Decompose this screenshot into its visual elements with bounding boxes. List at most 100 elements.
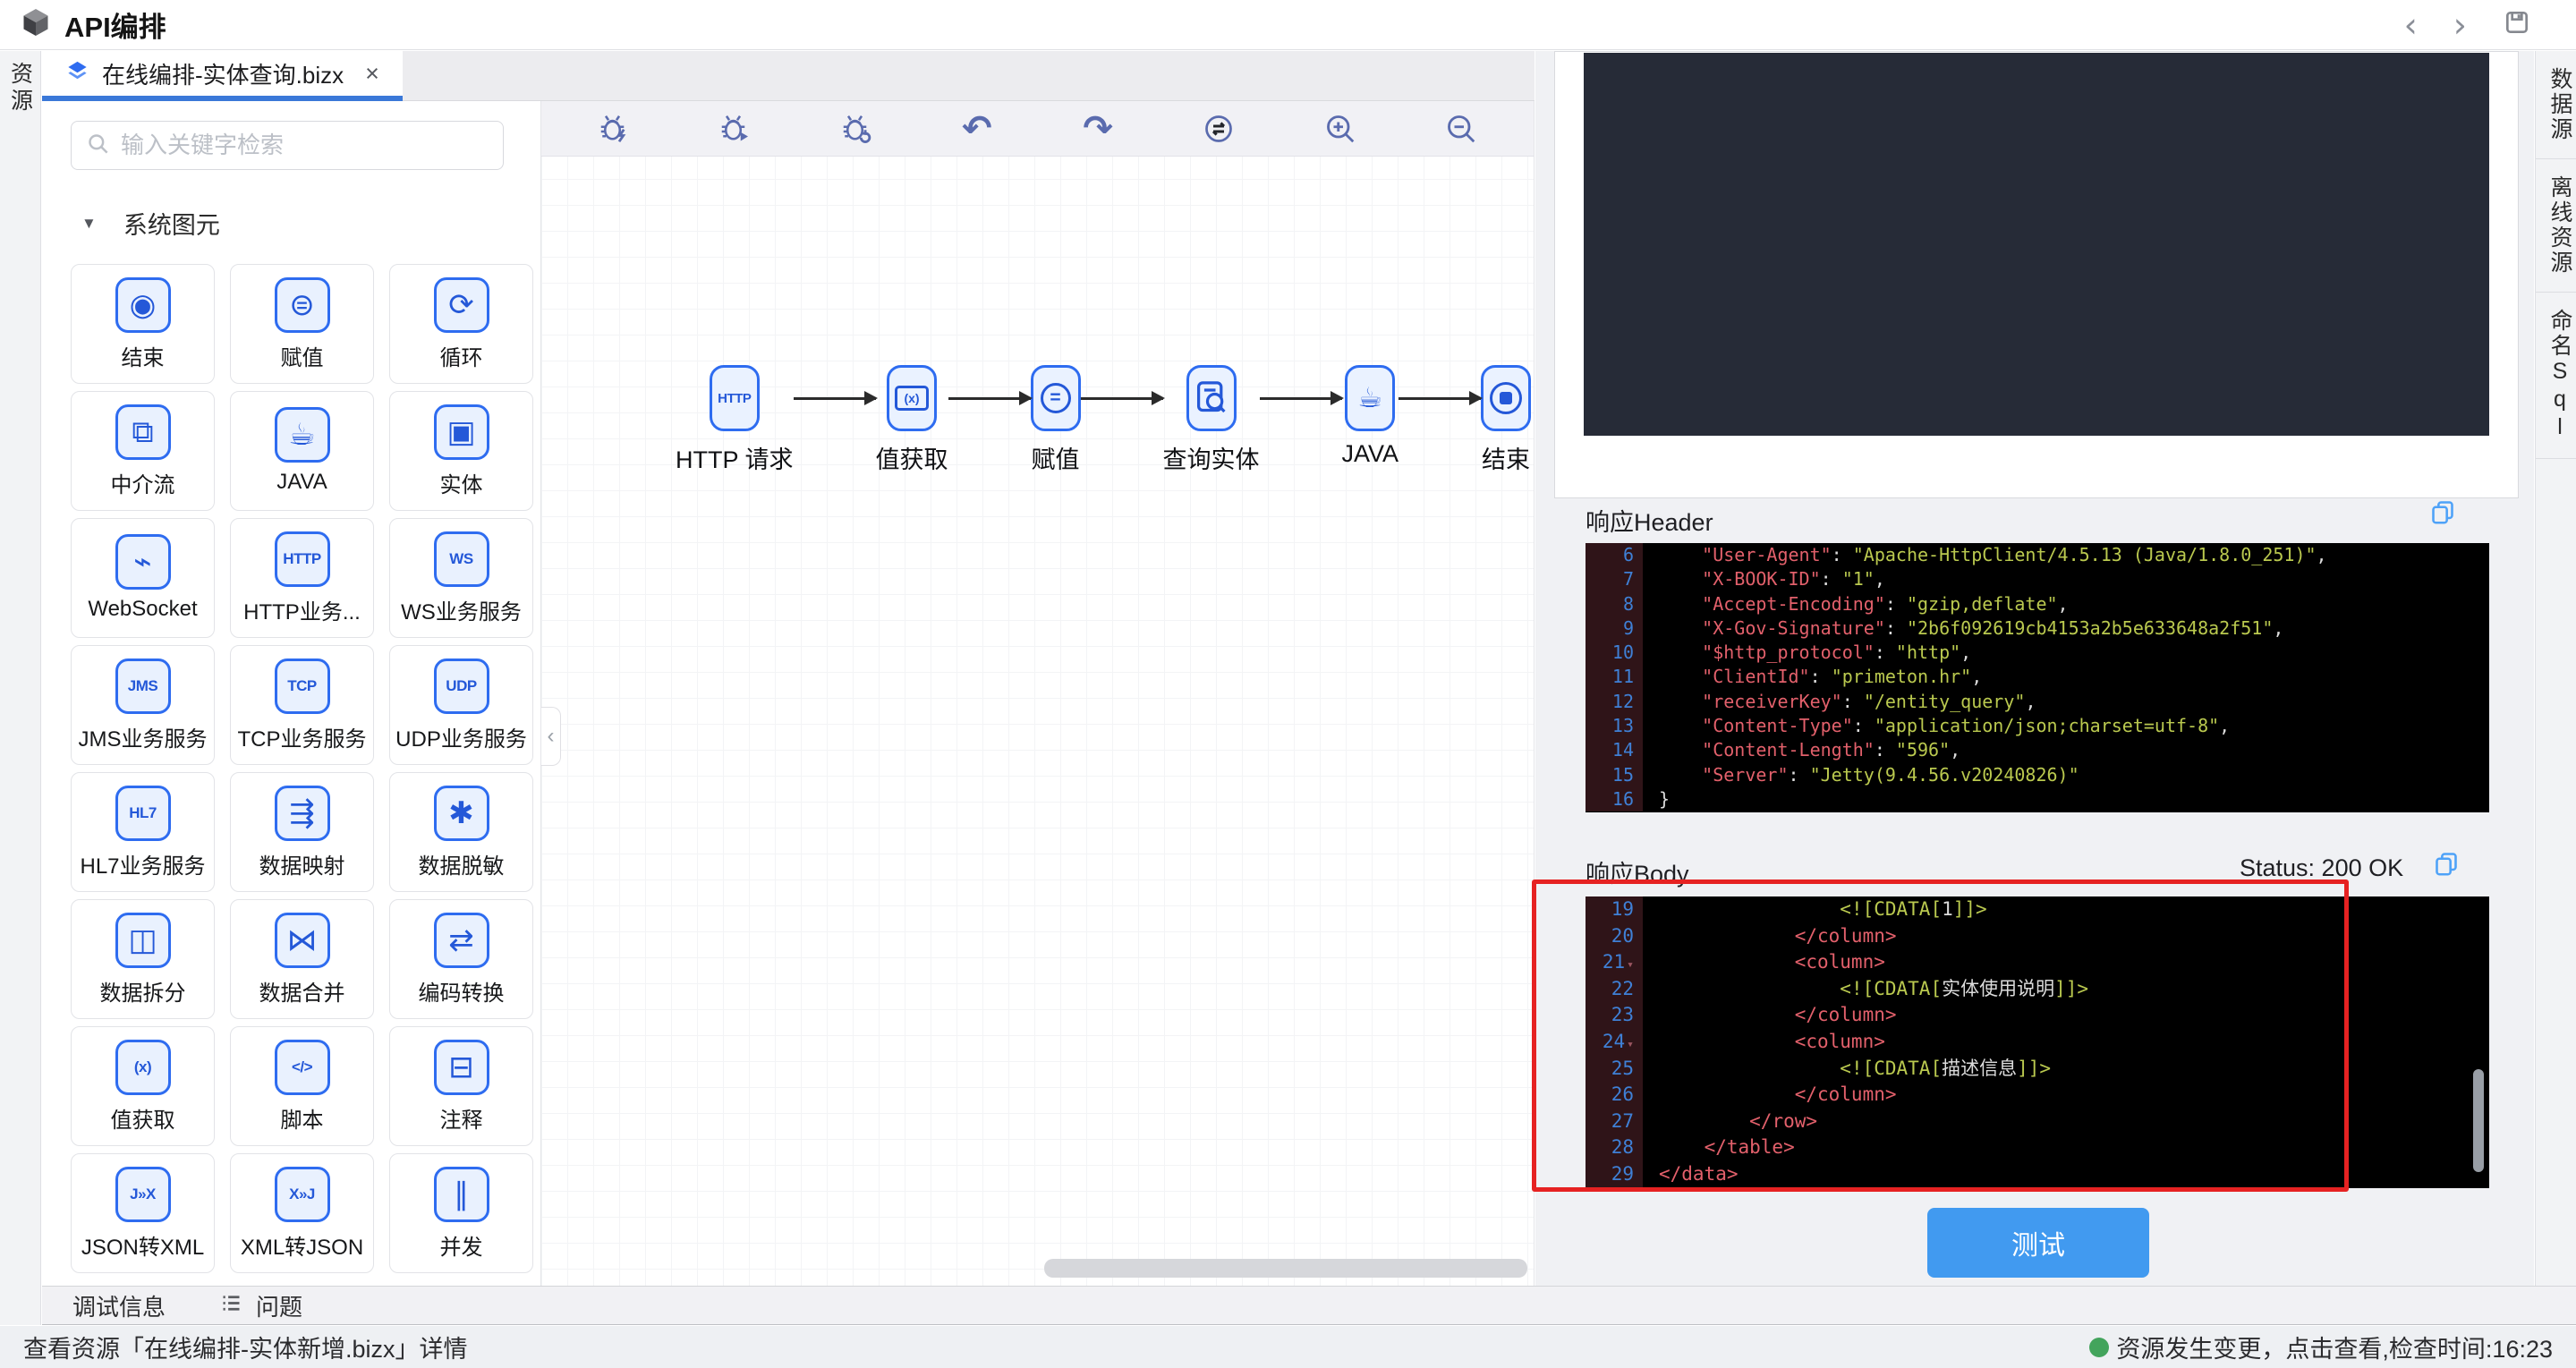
tab-debug-info[interactable]: 调试信息	[72, 1289, 166, 1322]
line-number: 9	[1586, 616, 1643, 642]
tab-close-icon[interactable]: ×	[365, 60, 379, 88]
debug-play-icon[interactable]	[716, 110, 753, 148]
palette-search[interactable]	[71, 121, 504, 170]
palette-item-http-service[interactable]: HTTP HTTP业务...	[230, 518, 374, 638]
jms-service-icon: JMS	[115, 658, 171, 714]
code-line: 27 </row>	[1586, 1108, 2489, 1135]
fold-caret-icon[interactable]: ▾	[1627, 958, 1634, 972]
rail-item-1[interactable]: 数据源	[2536, 51, 2576, 159]
palette-item-mediator-flow[interactable]: ⧉ 中介流	[71, 391, 215, 511]
palette-item-encoding-convert[interactable]: ⇄ 编码转换	[389, 899, 533, 1019]
line-number: 14	[1586, 738, 1643, 763]
undo-icon[interactable]: ↶	[958, 110, 996, 148]
palette-item-json-to-xml[interactable]: J»X JSON转XML	[71, 1153, 215, 1273]
palette-collapse-handle[interactable]: ‹	[541, 707, 561, 766]
copy-header-icon[interactable]	[2430, 498, 2455, 530]
palette-item-label: JAVA	[276, 470, 327, 494]
search-input[interactable]	[119, 131, 489, 160]
debug-lightning-icon[interactable]	[595, 110, 633, 148]
palette-item-value-get[interactable]: (x) 值获取	[71, 1026, 215, 1146]
tab-problems[interactable]: 问题	[219, 1289, 302, 1322]
zoom-in-icon[interactable]	[1322, 110, 1359, 148]
palette-item-websocket[interactable]: ⌁ WebSocket	[71, 518, 215, 638]
sync-icon[interactable]	[1200, 110, 1237, 148]
code-line: 13 "Content-Type": "application/json;cha…	[1586, 714, 2489, 739]
response-body-code[interactable]: 19 <![CDATA[1]]> 20 </column> 21 ▾ <column>…	[1586, 896, 2489, 1188]
palette-item-script[interactable]: </> 脚本	[230, 1026, 374, 1146]
canvas-horizontal-scrollbar[interactable]	[1044, 1259, 1527, 1278]
line-number: 12	[1586, 689, 1643, 715]
assign-node-icon: =	[1030, 365, 1081, 431]
response-header-code[interactable]: 6 "User-Agent": "Apache-HttpClient/4.5.1…	[1586, 543, 2489, 812]
status-right-text: 资源发生变更，点击查看,检查时间:16:23	[2116, 1336, 2553, 1363]
flow-node-http[interactable]: HTTP HTTP 请求	[676, 365, 794, 475]
flow-arrow	[793, 391, 878, 405]
palette-item-loop[interactable]: ⟳ 循环	[389, 264, 533, 384]
node-palette: ▼ 系统图元 ◉ 结束 ⊜ 赋值 ⟳ 循环 ⧉ 中介流 ☕ JAVA ▣ 实体 ⌁ WebSocket HT…	[42, 101, 541, 1286]
rail-item-resources[interactable]: 资源	[4, 62, 37, 1325]
palette-item-jms-service[interactable]: JMS JMS业务服务	[71, 645, 215, 765]
palette-item-entity[interactable]: ▣ 实体	[389, 391, 533, 511]
flow-node-getvalue[interactable]: (x) 值获取	[876, 365, 948, 475]
status-left-text[interactable]: 查看资源「在线编排-实体新增.bizx」详情	[23, 1330, 468, 1364]
rail-item-3[interactable]: 命名Sql	[2536, 293, 2576, 459]
line-number: 26	[1586, 1082, 1643, 1109]
flow-arrow	[1399, 391, 1484, 405]
code-line: 26 </column>	[1586, 1082, 2489, 1109]
palette-item-xml-to-json[interactable]: X»J XML转JSON	[230, 1153, 374, 1273]
code-text: <![CDATA[描述信息]]>	[1840, 1057, 2052, 1079]
code-line: 8 "Accept-Encoding": "gzip,deflate",	[1586, 591, 2489, 616]
palette-item-label: UDP业务服务	[395, 726, 527, 752]
flow-node-assign[interactable]: = 赋值	[1030, 365, 1081, 475]
redo-icon[interactable]: ↷	[1079, 110, 1117, 148]
palette-item-label: JSON转XML	[81, 1235, 205, 1260]
palette-item-data-merge[interactable]: ⋈ 数据合并	[230, 899, 374, 1019]
palette-item-parallel[interactable]: ∥ 并发	[389, 1153, 533, 1273]
code-text: </row>	[1749, 1109, 1818, 1132]
palette-item-label: HL7业务服务	[80, 854, 206, 879]
tab-online-orchestration[interactable]: 在线编排-实体查询.bizx ×	[42, 51, 403, 101]
palette-item-comment[interactable]: ⊟ 注释	[389, 1026, 533, 1146]
palette-item-hl7-service[interactable]: HL7 HL7业务服务	[71, 772, 215, 892]
status-right[interactable]: 资源发生变更，点击查看,检查时间:16:23	[2089, 1330, 2553, 1364]
palette-item-label: JMS业务服务	[78, 726, 208, 752]
palette-item-udp-service[interactable]: UDP UDP业务服务	[389, 645, 533, 765]
save-icon[interactable]	[2503, 8, 2531, 41]
palette-item-java[interactable]: ☕ JAVA	[230, 391, 374, 511]
rail-item-2[interactable]: 离线资源	[2536, 159, 2576, 293]
palette-item-ws-service[interactable]: WS WS业务服务	[389, 518, 533, 638]
flow-node-query[interactable]: 查询实体	[1163, 365, 1260, 475]
flow-canvas[interactable]: ↶ ↷ HTTP HTTP 请求 (x) 值获取 = 赋值 查询实体 ☕ JAVA 结束 ‹	[541, 101, 1535, 1286]
palette-item-data-split[interactable]: ◫ 数据拆分	[71, 899, 215, 1019]
copy-body-icon[interactable]	[2434, 850, 2459, 881]
palette-item-tcp-service[interactable]: TCP TCP业务服务	[230, 645, 374, 765]
forward-icon[interactable]: ›	[2453, 8, 2467, 42]
parallel-icon: ∥	[433, 1166, 489, 1222]
app-window: API编排 ‹ › 资源 在线编排-实体查询.bizx × 输入关键字检索 ▼ …	[0, 0, 2576, 1368]
palette-item-end[interactable]: ◉ 结束	[71, 264, 215, 384]
body-code-scrollbar[interactable]	[2473, 1069, 2484, 1172]
flow-node-end[interactable]: 结束	[1481, 365, 1532, 475]
zoom-out-icon[interactable]	[1442, 110, 1480, 148]
flow-node-java[interactable]: ☕ JAVA	[1342, 365, 1399, 468]
back-icon[interactable]: ‹	[2404, 8, 2418, 42]
flow-node-label: 结束	[1482, 446, 1531, 473]
value-get-icon: (x)	[115, 1039, 171, 1095]
palette-item-data-mapping[interactable]: ⇶ 数据映射	[230, 772, 374, 892]
line-number: 21 ▾	[1586, 949, 1643, 976]
fold-caret-icon[interactable]: ▾	[1627, 1038, 1634, 1051]
code-text: "$http_protocol": "http",	[1702, 642, 1972, 664]
query-node-icon	[1186, 365, 1237, 431]
title-bar: API编排 ‹ ›	[0, 0, 2576, 50]
palette-section-header[interactable]: ▼ 系统图元	[71, 206, 524, 241]
test-button[interactable]: 测试	[1927, 1208, 2149, 1278]
code-line: 12 "receiverKey": "/entity_query",	[1586, 689, 2489, 715]
debug-step-icon[interactable]	[837, 110, 875, 148]
xml-to-json-icon: X»J	[274, 1166, 330, 1222]
palette-item-label: 编码转换	[418, 981, 505, 1006]
code-text: }	[1659, 787, 1671, 810]
line-number: 22	[1586, 975, 1643, 1003]
palette-item-assign[interactable]: ⊜ 赋值	[230, 264, 374, 384]
palette-item-label: 数据拆分	[99, 981, 186, 1006]
palette-item-data-masking[interactable]: ✱ 数据脱敏	[389, 772, 533, 892]
